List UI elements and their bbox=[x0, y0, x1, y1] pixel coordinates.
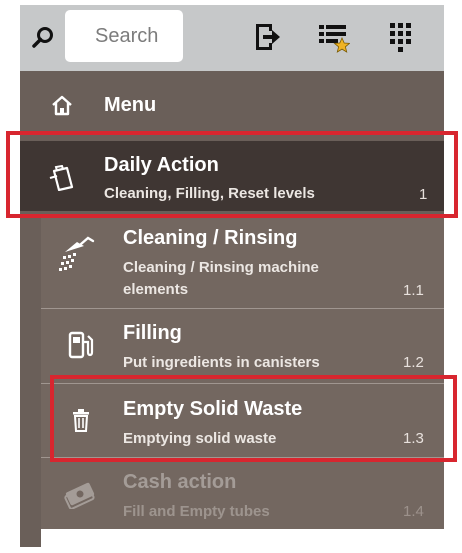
keypad-icon[interactable] bbox=[384, 20, 418, 54]
menu-header-label: Menu bbox=[104, 94, 157, 116]
menu-item-number: 1.1 bbox=[403, 282, 424, 299]
menu-item-title: Cash action bbox=[123, 471, 237, 493]
menu-item-subtitle: Put ingredients in canisters bbox=[123, 354, 320, 371]
favorites-list-icon[interactable] bbox=[316, 20, 350, 54]
toolbar: Search bbox=[20, 5, 444, 71]
divider bbox=[41, 308, 444, 309]
shower-icon bbox=[59, 236, 95, 271]
menu-footer bbox=[41, 529, 444, 547]
menu-item-subtitle: Cleaning / Rinsing machine elements bbox=[123, 259, 319, 298]
menu-item-subtitle: Fill and Empty tubes bbox=[123, 503, 270, 520]
menu-item-cash-action[interactable]: Cash action Fill and Empty tubes 1.4 bbox=[41, 459, 444, 529]
home-icon bbox=[52, 95, 72, 116]
fuel-icon bbox=[68, 331, 94, 359]
search-icon[interactable] bbox=[30, 25, 56, 51]
menu-item-cleaning-rinsing[interactable]: Cleaning / Rinsing Cleaning / Rinsing ma… bbox=[41, 215, 444, 305]
cash-icon bbox=[64, 482, 95, 509]
highlight-empty-solid-waste bbox=[50, 375, 457, 462]
menu-item-title: Cleaning / Rinsing bbox=[123, 227, 298, 249]
menu-item-number: 1.4 bbox=[403, 503, 424, 520]
logout-icon[interactable] bbox=[250, 20, 284, 54]
menu-item-number: 1.2 bbox=[403, 354, 424, 371]
sub-menu: Cleaning / Rinsing Cleaning / Rinsing ma… bbox=[41, 215, 444, 529]
menu-item-title: Filling bbox=[123, 322, 182, 344]
search-input[interactable]: Search bbox=[65, 10, 183, 62]
menu-item-filling[interactable]: Filling Put ingredients in canisters 1.2 bbox=[41, 310, 444, 380]
menu-header[interactable]: Menu bbox=[20, 71, 444, 139]
highlight-daily-action bbox=[6, 131, 458, 218]
